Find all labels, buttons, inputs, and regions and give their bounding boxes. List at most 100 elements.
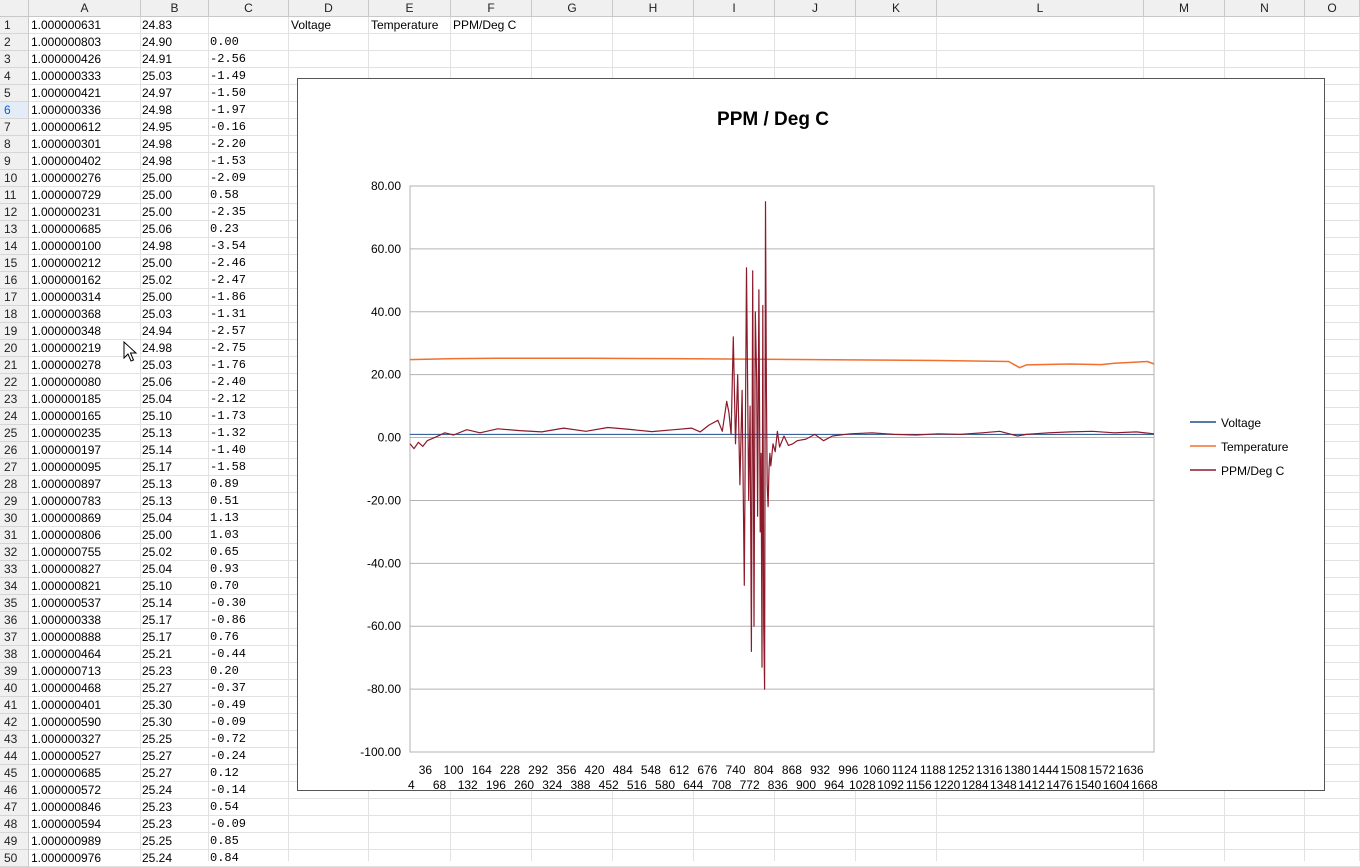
cell-a[interactable]: 1.000000348 xyxy=(31,323,139,340)
cell-a[interactable]: 1.000000401 xyxy=(31,697,139,714)
cell-b[interactable]: 25.30 xyxy=(142,697,208,714)
cell-b[interactable]: 25.03 xyxy=(142,357,208,374)
row-header[interactable]: 40 xyxy=(0,680,29,697)
cell-b[interactable]: 24.97 xyxy=(142,85,208,102)
row-header[interactable]: 20 xyxy=(0,340,29,357)
cell-c[interactable]: 0.23 xyxy=(210,221,288,238)
cell-a[interactable]: 1.000000527 xyxy=(31,748,139,765)
column-header-n[interactable]: N xyxy=(1225,0,1305,17)
cell-c[interactable]: -2.40 xyxy=(210,374,288,391)
cell-c[interactable]: -1.73 xyxy=(210,408,288,425)
row-header[interactable]: 9 xyxy=(0,153,29,170)
column-header-b[interactable]: B xyxy=(141,0,209,17)
cell-a[interactable]: 1.000000888 xyxy=(31,629,139,646)
cell-c[interactable]: 0.00 xyxy=(210,34,288,51)
row-header[interactable]: 3 xyxy=(0,51,29,68)
cell-a[interactable]: 1.000000162 xyxy=(31,272,139,289)
row-header[interactable]: 18 xyxy=(0,306,29,323)
cell-a[interactable]: 1.000000755 xyxy=(31,544,139,561)
cell-b[interactable]: 25.00 xyxy=(142,187,208,204)
column-header-g[interactable]: G xyxy=(532,0,613,17)
cell-a[interactable]: 1.000000821 xyxy=(31,578,139,595)
cell-c[interactable]: -1.53 xyxy=(210,153,288,170)
cell-c[interactable]: -0.30 xyxy=(210,595,288,612)
cell-a[interactable]: 1.000000594 xyxy=(31,816,139,833)
column-header-i[interactable]: I xyxy=(694,0,775,17)
row-header[interactable]: 25 xyxy=(0,425,29,442)
row-header[interactable]: 13 xyxy=(0,221,29,238)
cell-b[interactable]: 24.95 xyxy=(142,119,208,136)
cell-a[interactable]: 1.000000197 xyxy=(31,442,139,459)
cell-a[interactable]: 1.000000846 xyxy=(31,799,139,816)
cell-a[interactable]: 1.000000590 xyxy=(31,714,139,731)
cell-c[interactable]: -0.72 xyxy=(210,731,288,748)
cell-c[interactable]: 1.03 xyxy=(210,527,288,544)
cell-c[interactable]: -0.49 xyxy=(210,697,288,714)
cell-c[interactable]: -2.12 xyxy=(210,391,288,408)
cell-c[interactable]: -0.86 xyxy=(210,612,288,629)
cell-c[interactable]: -1.50 xyxy=(210,85,288,102)
cell-a[interactable]: 1.000000806 xyxy=(31,527,139,544)
row-header[interactable]: 42 xyxy=(0,714,29,731)
cell-b[interactable]: 24.90 xyxy=(142,34,208,51)
cell-a[interactable]: 1.000000572 xyxy=(31,782,139,799)
cell-header-e[interactable]: Temperature xyxy=(371,17,438,34)
cell-c[interactable]: 0.85 xyxy=(210,833,288,850)
row-header[interactable]: 49 xyxy=(0,833,29,850)
cell-c[interactable]: 0.20 xyxy=(210,663,288,680)
cell-a[interactable]: 1.000000336 xyxy=(31,102,139,119)
cell-c[interactable]: -0.44 xyxy=(210,646,288,663)
column-header-e[interactable]: E xyxy=(369,0,451,17)
cell-b[interactable]: 25.04 xyxy=(142,391,208,408)
cell-a[interactable]: 1.000000368 xyxy=(31,306,139,323)
row-header[interactable]: 38 xyxy=(0,646,29,663)
cell-a[interactable]: 1.000000327 xyxy=(31,731,139,748)
row-header[interactable]: 1 xyxy=(0,17,29,34)
cell-c[interactable]: 0.51 xyxy=(210,493,288,510)
row-header[interactable]: 10 xyxy=(0,170,29,187)
cell-b[interactable]: 25.10 xyxy=(142,578,208,595)
cell-b[interactable]: 25.13 xyxy=(142,476,208,493)
row-header[interactable]: 33 xyxy=(0,561,29,578)
cell-c[interactable]: -0.37 xyxy=(210,680,288,697)
cell-a[interactable]: 1.000000276 xyxy=(31,170,139,187)
cell-b[interactable]: 25.02 xyxy=(142,272,208,289)
column-header-f[interactable]: F xyxy=(451,0,532,17)
cell-c[interactable]: -1.31 xyxy=(210,306,288,323)
cell-c[interactable]: 0.12 xyxy=(210,765,288,782)
cell-c[interactable]: 0.93 xyxy=(210,561,288,578)
cell-a[interactable]: 1.000000100 xyxy=(31,238,139,255)
cell-a[interactable]: 1.000000338 xyxy=(31,612,139,629)
row-header[interactable]: 24 xyxy=(0,408,29,425)
cell-b[interactable]: 25.06 xyxy=(142,221,208,238)
cell-b[interactable]: 25.23 xyxy=(142,799,208,816)
row-header[interactable]: 7 xyxy=(0,119,29,136)
row-header[interactable]: 28 xyxy=(0,476,29,493)
row-header[interactable]: 34 xyxy=(0,578,29,595)
cell-c[interactable]: -0.16 xyxy=(210,119,288,136)
cell-b[interactable]: 25.17 xyxy=(142,629,208,646)
cell-a[interactable]: 1.000000426 xyxy=(31,51,139,68)
cell-c[interactable]: -2.09 xyxy=(210,170,288,187)
cell-b[interactable]: 25.24 xyxy=(142,850,208,867)
cell-a[interactable]: 1.000000631 xyxy=(31,17,139,34)
cell-b[interactable]: 25.00 xyxy=(142,527,208,544)
column-header-k[interactable]: K xyxy=(856,0,937,17)
cell-a[interactable]: 1.000000537 xyxy=(31,595,139,612)
column-header-o[interactable]: O xyxy=(1305,0,1360,17)
cell-c[interactable]: -1.86 xyxy=(210,289,288,306)
cell-b[interactable]: 25.06 xyxy=(142,374,208,391)
cell-a[interactable]: 1.000000301 xyxy=(31,136,139,153)
cell-c[interactable]: 0.65 xyxy=(210,544,288,561)
cell-b[interactable]: 25.00 xyxy=(142,289,208,306)
cell-a[interactable]: 1.000000464 xyxy=(31,646,139,663)
row-header[interactable]: 30 xyxy=(0,510,29,527)
cell-b[interactable]: 25.17 xyxy=(142,612,208,629)
cell-b[interactable]: 24.98 xyxy=(142,340,208,357)
row-header[interactable]: 36 xyxy=(0,612,29,629)
cell-b[interactable]: 25.03 xyxy=(142,68,208,85)
cell-c[interactable]: 1.13 xyxy=(210,510,288,527)
cell-c[interactable]: -0.09 xyxy=(210,816,288,833)
cell-c[interactable]: -2.20 xyxy=(210,136,288,153)
row-header[interactable]: 45 xyxy=(0,765,29,782)
